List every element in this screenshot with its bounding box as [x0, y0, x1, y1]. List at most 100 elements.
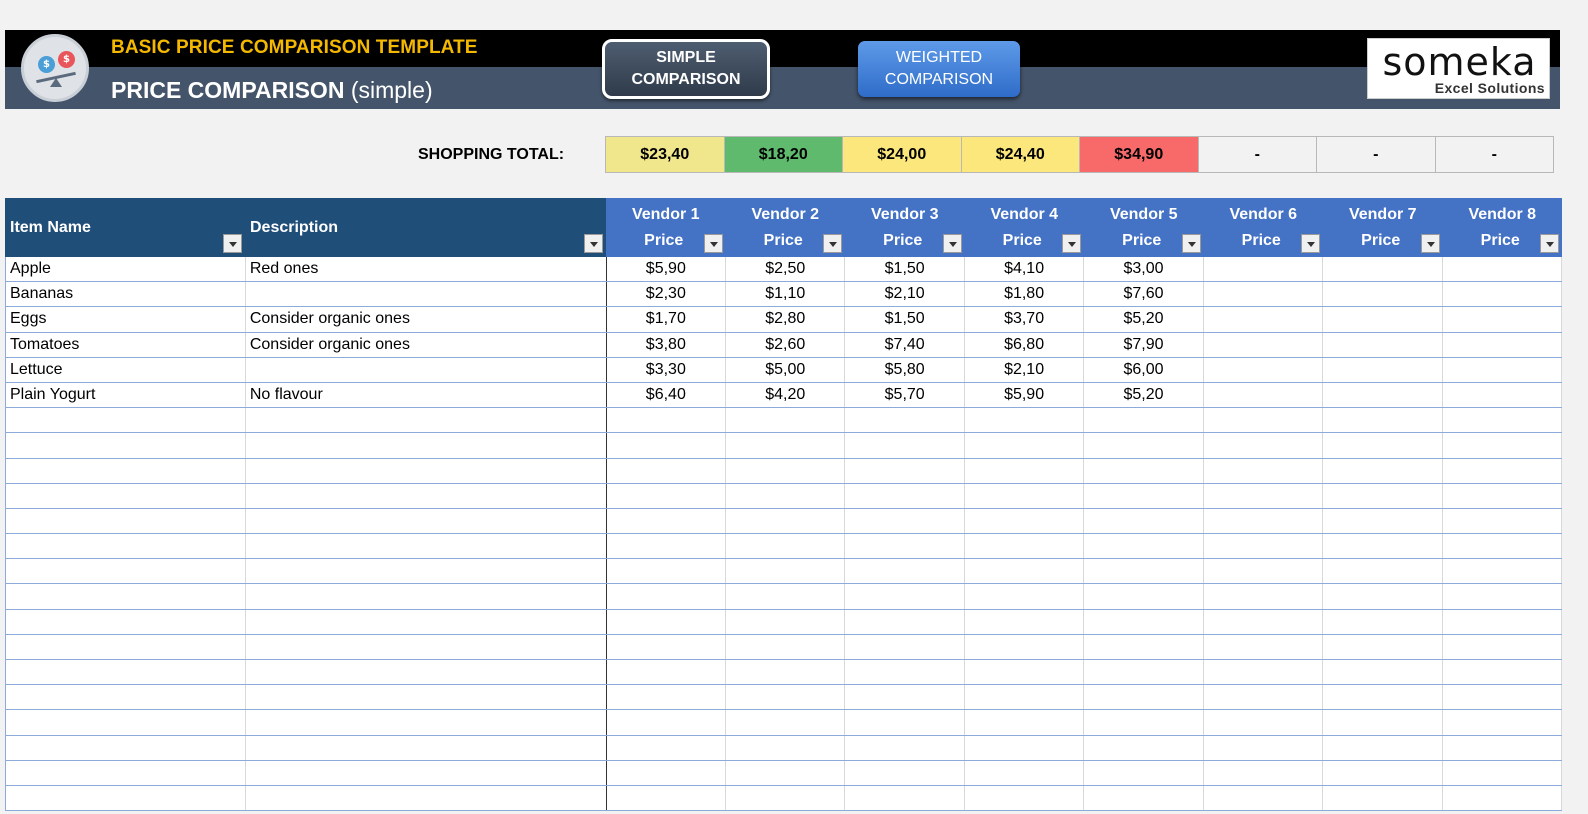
shopping-total-cell[interactable]: $23,40	[605, 136, 725, 173]
price-cell[interactable]	[1204, 760, 1324, 785]
price-cell[interactable]	[845, 408, 965, 433]
price-cell[interactable]	[1443, 382, 1562, 408]
price-cell[interactable]	[845, 735, 965, 760]
price-cell[interactable]	[1443, 508, 1562, 534]
price-cell[interactable]	[607, 634, 727, 659]
price-cell[interactable]	[845, 785, 965, 811]
item-name-cell[interactable]	[6, 785, 246, 811]
price-cell[interactable]	[726, 785, 846, 811]
price-cell[interactable]	[726, 408, 846, 433]
price-cell[interactable]	[1204, 483, 1324, 508]
price-cell[interactable]: $6,40	[607, 382, 727, 408]
item-name-cell[interactable]	[6, 760, 246, 785]
price-cell[interactable]	[607, 660, 727, 685]
price-cell[interactable]	[965, 408, 1085, 433]
price-cell[interactable]	[1323, 282, 1443, 307]
item-name-cell[interactable]: Bananas	[6, 282, 246, 307]
price-cell[interactable]: $1,80	[965, 282, 1085, 307]
price-cell[interactable]	[845, 660, 965, 685]
price-cell[interactable]	[1443, 483, 1562, 508]
filter-dropdown-icon[interactable]	[1540, 234, 1559, 253]
item-name-cell[interactable]	[6, 408, 246, 433]
price-cell[interactable]	[1204, 634, 1324, 659]
item-name-cell[interactable]	[6, 710, 246, 735]
description-cell[interactable]	[246, 408, 607, 433]
price-cell[interactable]	[1204, 508, 1324, 534]
price-cell[interactable]	[1323, 609, 1443, 634]
price-cell[interactable]	[1084, 483, 1204, 508]
price-cell[interactable]	[1084, 634, 1204, 659]
price-cell[interactable]	[1204, 408, 1324, 433]
price-cell[interactable]: $3,30	[607, 357, 727, 382]
price-cell[interactable]	[845, 458, 965, 483]
price-cell[interactable]: $5,90	[607, 257, 727, 282]
price-cell[interactable]: $2,50	[726, 257, 846, 282]
price-cell[interactable]: $2,10	[845, 282, 965, 307]
price-cell[interactable]	[1204, 382, 1324, 408]
price-cell[interactable]	[1323, 760, 1443, 785]
item-name-cell[interactable]	[6, 433, 246, 458]
price-cell[interactable]: $3,00	[1084, 257, 1204, 282]
price-cell[interactable]	[1443, 584, 1562, 609]
price-cell[interactable]	[965, 760, 1085, 785]
price-cell[interactable]: $1,50	[845, 257, 965, 282]
price-cell[interactable]	[1204, 609, 1324, 634]
price-cell[interactable]	[1084, 660, 1204, 685]
price-cell[interactable]	[607, 735, 727, 760]
price-cell[interactable]	[1443, 760, 1562, 785]
price-cell[interactable]	[1443, 458, 1562, 483]
price-cell[interactable]	[1443, 282, 1562, 307]
price-cell[interactable]	[965, 534, 1085, 559]
price-cell[interactable]	[1443, 257, 1562, 282]
simple-comparison-button[interactable]: SIMPLE COMPARISON	[602, 39, 770, 99]
description-cell[interactable]	[246, 760, 607, 785]
description-cell[interactable]: Consider organic ones	[246, 307, 607, 332]
price-cell[interactable]	[1204, 584, 1324, 609]
filter-dropdown-icon[interactable]	[1420, 234, 1440, 253]
description-cell[interactable]	[246, 483, 607, 508]
description-cell[interactable]: No flavour	[246, 382, 607, 408]
description-cell[interactable]	[246, 282, 607, 307]
price-cell[interactable]	[1443, 559, 1562, 584]
price-cell[interactable]: $2,60	[726, 332, 846, 357]
price-cell[interactable]	[1323, 357, 1443, 382]
price-cell[interactable]: $4,20	[726, 382, 846, 408]
price-cell[interactable]	[726, 660, 846, 685]
price-cell[interactable]	[1204, 458, 1324, 483]
price-cell[interactable]	[965, 710, 1085, 735]
price-cell[interactable]	[1084, 458, 1204, 483]
price-cell[interactable]	[1443, 609, 1562, 634]
shopping-total-cell[interactable]: -	[1434, 136, 1554, 173]
price-cell[interactable]	[965, 458, 1085, 483]
price-cell[interactable]	[1084, 408, 1204, 433]
price-cell[interactable]	[607, 483, 727, 508]
price-cell[interactable]	[1443, 710, 1562, 735]
item-name-cell[interactable]: Plain Yogurt	[6, 382, 246, 408]
item-name-cell[interactable]: Lettuce	[6, 357, 246, 382]
price-cell[interactable]	[965, 785, 1085, 811]
price-cell[interactable]	[1204, 307, 1324, 332]
price-cell[interactable]	[726, 433, 846, 458]
price-cell[interactable]	[1443, 735, 1562, 760]
price-cell[interactable]	[965, 634, 1085, 659]
price-cell[interactable]	[1323, 508, 1443, 534]
price-cell[interactable]	[1204, 282, 1324, 307]
price-cell[interactable]	[1443, 685, 1562, 710]
price-cell[interactable]	[726, 609, 846, 634]
price-cell[interactable]	[607, 685, 727, 710]
price-cell[interactable]	[1323, 307, 1443, 332]
price-cell[interactable]	[845, 483, 965, 508]
price-cell[interactable]	[965, 660, 1085, 685]
price-cell[interactable]	[845, 609, 965, 634]
price-cell[interactable]	[726, 458, 846, 483]
price-cell[interactable]	[607, 609, 727, 634]
filter-dropdown-icon[interactable]	[223, 234, 242, 253]
price-cell[interactable]	[845, 710, 965, 735]
item-name-cell[interactable]	[6, 483, 246, 508]
description-cell[interactable]	[246, 785, 607, 811]
someka-logo[interactable]: someka Excel Solutions	[1367, 38, 1550, 99]
price-cell[interactable]	[1443, 357, 1562, 382]
price-cell[interactable]	[1204, 357, 1324, 382]
description-cell[interactable]	[246, 685, 607, 710]
price-cell[interactable]	[1323, 710, 1443, 735]
